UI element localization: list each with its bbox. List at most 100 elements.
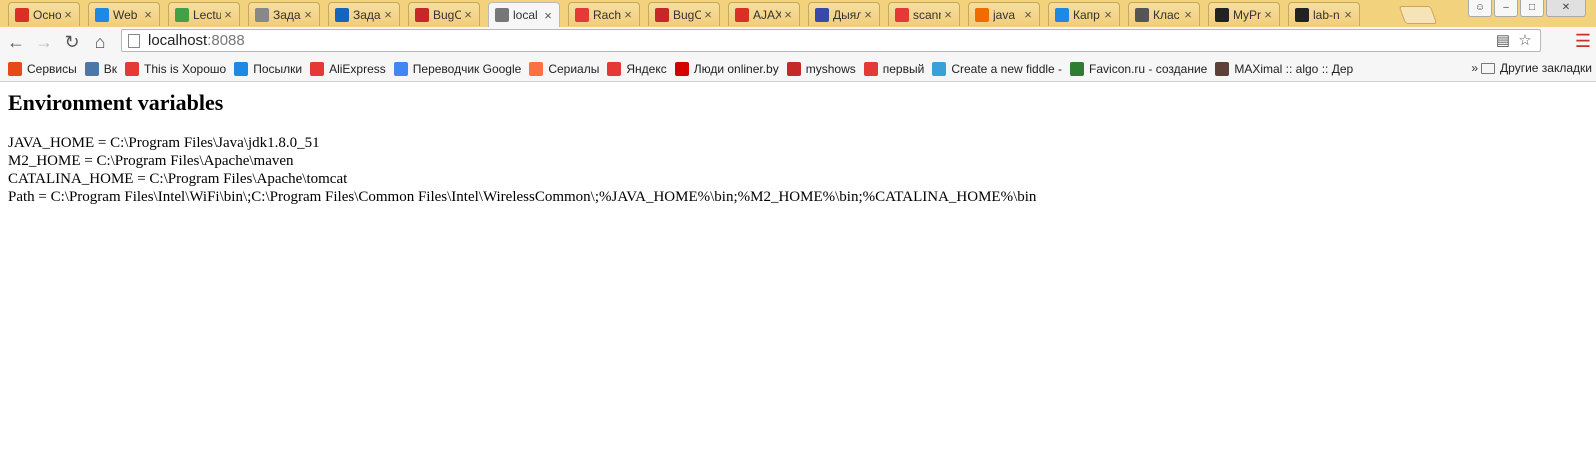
user-icon[interactable]: ☺ (1468, 0, 1492, 17)
translate-icon (393, 61, 408, 76)
nodes-icon (1055, 7, 1069, 22)
github-icon (1295, 7, 1309, 22)
close-tab-icon[interactable]: × (1261, 7, 1275, 22)
tab[interactable]: BugC × (648, 2, 720, 26)
tab-title: local (513, 8, 538, 22)
flame-icon (529, 61, 544, 76)
youtube-icon (124, 61, 139, 76)
bookmark-item[interactable]: MAXimal :: algo :: Дер (1215, 61, 1353, 76)
tab[interactable]: java × (968, 2, 1040, 26)
bookmarks-overflow-button[interactable]: » (1471, 61, 1478, 75)
chat-icon (815, 7, 829, 22)
forward-button[interactable]: → (32, 30, 56, 54)
bookmark-label: Favicon.ru - создание (1089, 61, 1208, 76)
bookmark-item[interactable]: Сервисы (8, 61, 77, 76)
bookmarks-list: Сервисы Вк This is Хорошо Посылки AliExpress… (0, 61, 1353, 76)
yandex-icon (895, 7, 909, 22)
omnibox-actions: ▤ ☆ (1490, 32, 1534, 50)
page-content: Environment variables JAVA_HOME = C:\Pro… (0, 82, 1596, 214)
close-tab-icon[interactable]: × (301, 7, 315, 22)
close-tab-icon[interactable]: × (1181, 7, 1195, 22)
tab[interactable]: Зада × (248, 2, 320, 26)
yandex-icon (607, 61, 622, 76)
tab-title: Клас (1153, 7, 1180, 22)
env-line-catalina-home: CATALINA_HOME = C:\Program Files\Apache\… (8, 171, 348, 187)
github-icon (1215, 7, 1229, 22)
tab[interactable]: AJAX × (728, 2, 800, 26)
ir2-icon (255, 7, 269, 22)
bookmark-label: This is Хорошо (143, 61, 227, 76)
close-tab-icon[interactable]: × (461, 7, 475, 22)
tab-title: AJAX (753, 7, 781, 22)
tab[interactable]: Lectu × (168, 2, 240, 26)
page-icon (495, 8, 509, 22)
bookmark-label: AliExpress (329, 61, 386, 76)
maximal-icon (1215, 61, 1230, 76)
translate-icon[interactable]: ▤ (1494, 32, 1512, 50)
bookmark-item[interactable]: Вк (84, 61, 117, 76)
bookmark-label: Create a new fiddle - (951, 61, 1063, 76)
bookmark-label: Посылки (253, 61, 303, 76)
bookmark-item[interactable]: Сериалы (529, 61, 599, 76)
bookmark-item[interactable]: Favicon.ru - создание (1070, 61, 1208, 76)
tab-title: Web (113, 7, 138, 22)
tab[interactable]: Осно × (8, 2, 80, 26)
bookmark-item[interactable]: первый (863, 61, 924, 76)
tab[interactable]: Rach × (568, 2, 640, 26)
close-tab-icon[interactable]: × (621, 7, 635, 22)
maximize-button[interactable]: □ (1520, 0, 1544, 17)
menu-icon[interactable]: ☰ (1574, 31, 1592, 51)
table-icon (335, 7, 349, 22)
bookmark-item[interactable]: AliExpress (310, 61, 386, 76)
close-tab-icon[interactable]: × (541, 8, 555, 23)
tv-icon (786, 61, 801, 76)
close-tab-icon[interactable]: × (221, 7, 235, 22)
tab[interactable]: Зада × (328, 2, 400, 26)
close-tab-icon[interactable]: × (1021, 7, 1035, 22)
tab[interactable]: Клас × (1128, 2, 1200, 26)
home-button[interactable]: ⌂ (88, 30, 112, 54)
close-tab-icon[interactable]: × (1341, 7, 1355, 22)
close-tab-icon[interactable]: × (781, 7, 795, 22)
close-tab-icon[interactable]: × (141, 7, 155, 22)
close-tab-icon[interactable]: × (861, 7, 875, 22)
bookmark-item[interactable]: myshows (786, 61, 856, 76)
bookmark-star-icon[interactable]: ☆ (1516, 32, 1534, 50)
bookmark-item[interactable]: Create a new fiddle - (932, 61, 1063, 76)
other-bookmarks-button[interactable]: Другие закладки (1481, 61, 1592, 75)
tab[interactable]: Дыял × (808, 2, 880, 26)
reload-button[interactable]: ↻ (60, 30, 84, 54)
tab[interactable]: scann× (888, 2, 960, 26)
bookmark-label: myshows (805, 61, 856, 76)
tab[interactable]: MyPr × (1208, 2, 1280, 26)
tab[interactable]: Web × (88, 2, 160, 26)
address-host: localhost (148, 32, 208, 49)
tab[interactable]: Капр × (1048, 2, 1120, 26)
minimize-button[interactable]: – (1494, 0, 1518, 17)
back-button[interactable]: ← (4, 30, 28, 54)
tab[interactable]: lab-n × (1288, 2, 1360, 26)
close-tab-icon[interactable]: × (941, 7, 955, 22)
cloud-icon (932, 61, 947, 76)
onliner-icon (674, 61, 689, 76)
bookmark-item[interactable]: Посылки (234, 61, 303, 76)
tab-title: java (993, 7, 1016, 22)
close-tab-icon[interactable]: × (381, 7, 395, 22)
other-bookmarks-label: Другие закладки (1500, 61, 1592, 75)
bookmark-item[interactable]: This is Хорошо (124, 61, 227, 76)
close-tab-icon[interactable]: × (61, 7, 75, 22)
tab-title: Зада (353, 7, 381, 22)
close-tab-icon[interactable]: × (701, 7, 715, 22)
bookmark-item[interactable]: Люди onliner.by (674, 61, 779, 76)
tab[interactable]: local × (488, 2, 560, 27)
close-window-button[interactable]: ✕ (1546, 0, 1586, 17)
close-tab-icon[interactable]: × (1101, 7, 1115, 22)
tab-title: BugC (673, 7, 701, 22)
new-tab-button[interactable] (1398, 6, 1438, 24)
env-line-m2-home: M2_HOME = C:\Program Files\Apache\maven (8, 153, 294, 169)
bookmark-item[interactable]: Яндекс (607, 61, 667, 76)
address-bar[interactable]: localhost:8088 ▤ ☆ (121, 29, 1541, 52)
tab-title: lab-n (1313, 7, 1340, 22)
bookmark-item[interactable]: Переводчик Google (393, 61, 521, 76)
tab[interactable]: BugC × (408, 2, 480, 26)
